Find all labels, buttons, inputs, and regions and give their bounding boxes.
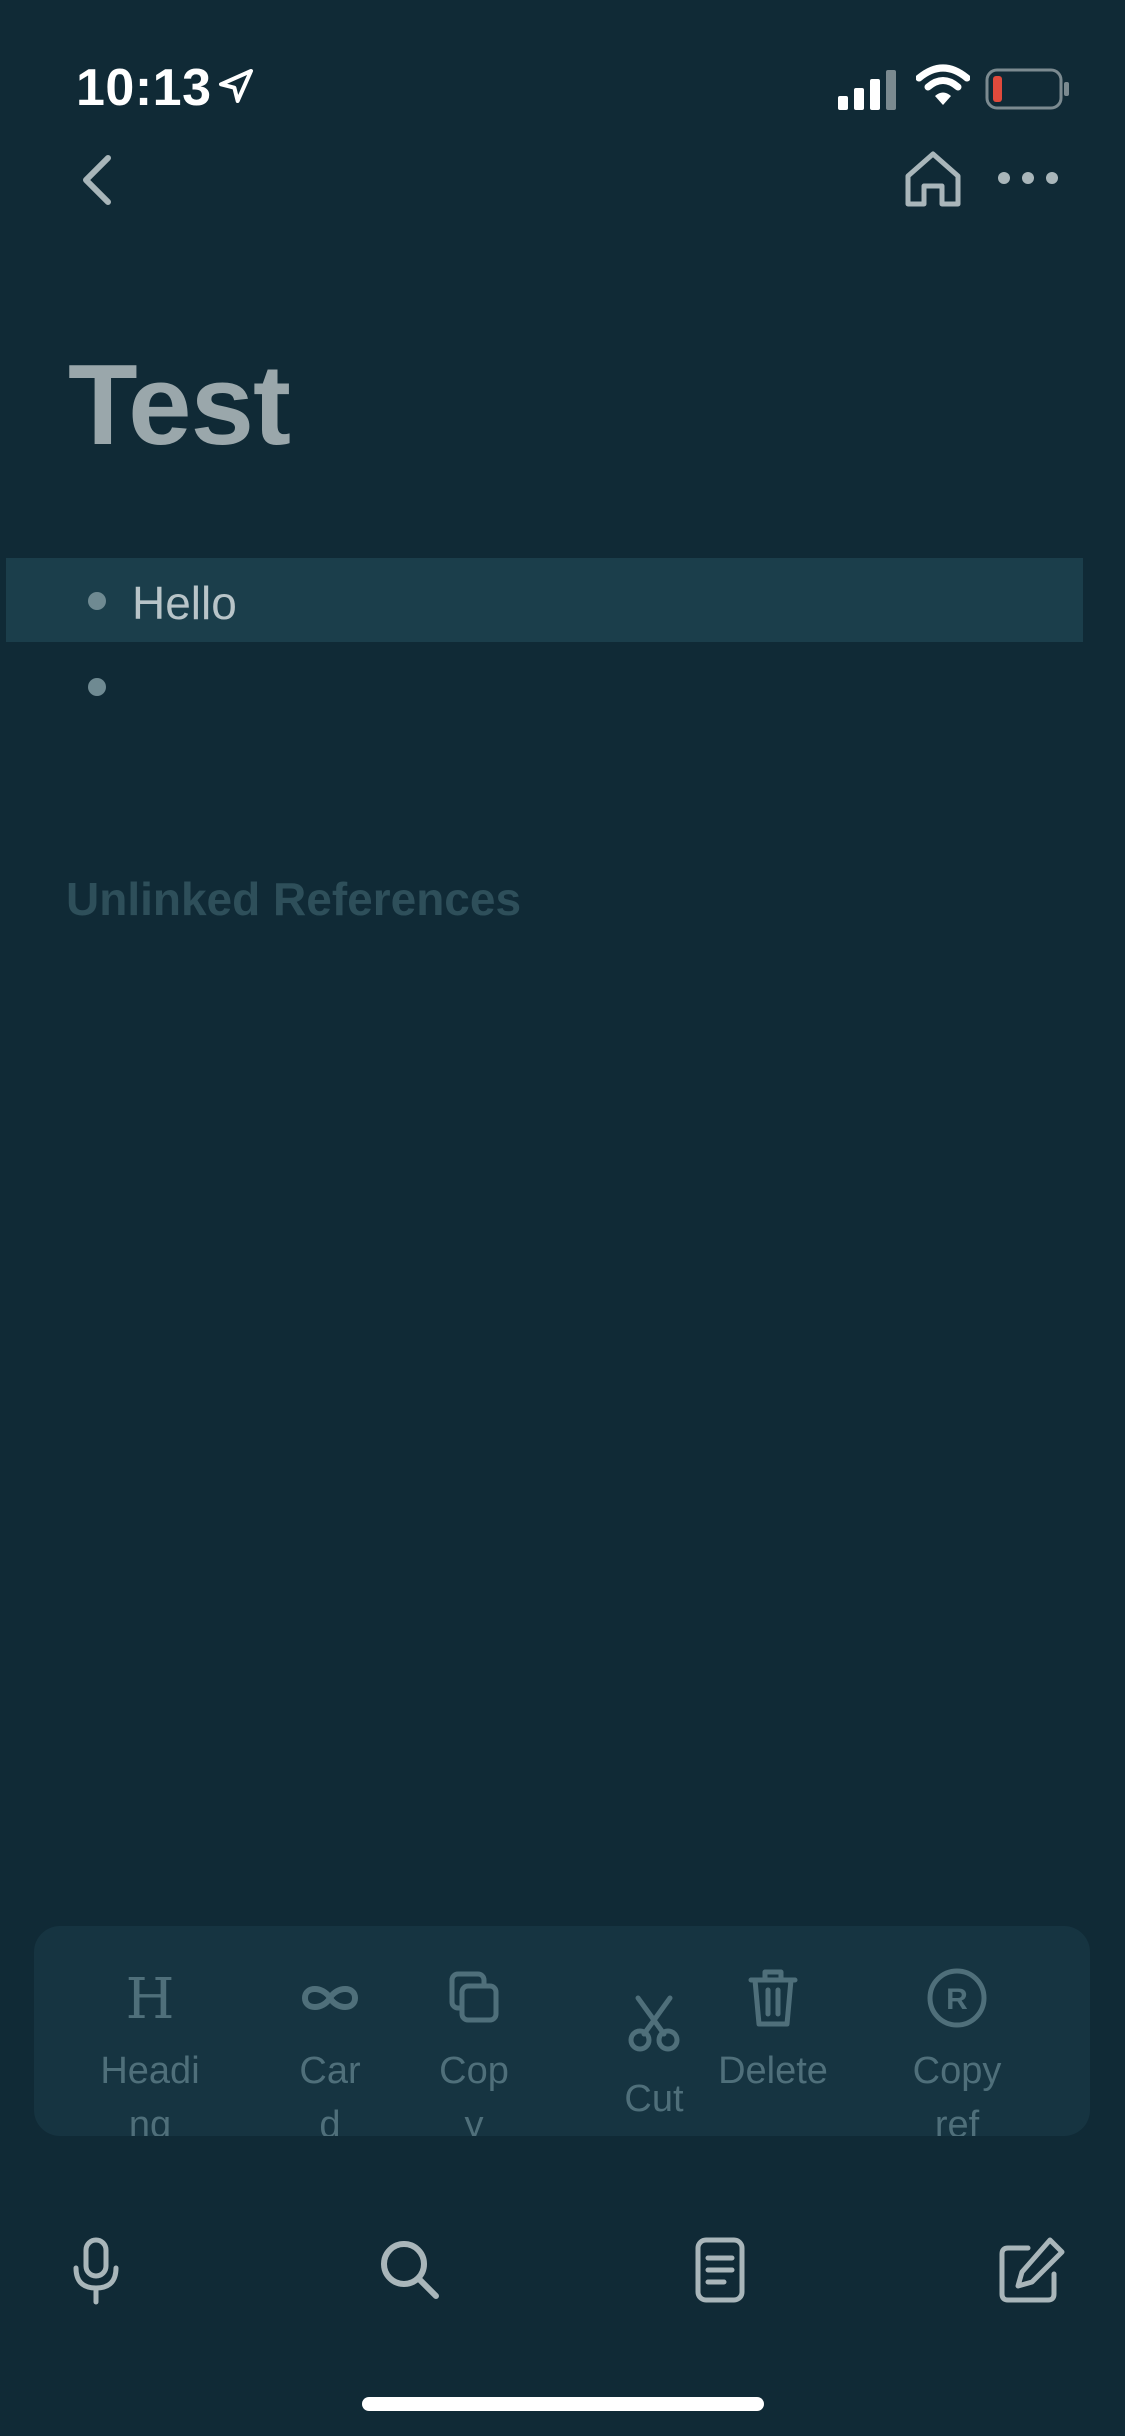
registered-icon: R [927, 1968, 987, 2028]
more-button[interactable] [996, 160, 1060, 196]
copy-ref-button[interactable]: R Copy ref [902, 1926, 1012, 2136]
svg-text:R: R [946, 1983, 968, 2016]
status-bar: 10:13 [0, 0, 1125, 140]
copy-icon [449, 1971, 499, 2023]
home-icon [905, 151, 961, 207]
copy-label: Copy [439, 2050, 509, 2136]
block-row[interactable]: Hello [6, 558, 1083, 642]
heading-label: Heading [100, 2050, 200, 2136]
block-text[interactable]: Hello [132, 576, 237, 630]
delete-label: Delete [718, 2050, 828, 2092]
heading-button[interactable]: H Heading [90, 1926, 210, 2136]
chevron-left-icon [83, 155, 111, 205]
trash-icon [748, 1969, 798, 2027]
scissors-icon [628, 1995, 680, 2052]
back-button[interactable] [72, 150, 122, 210]
delete-button[interactable]: Delete [718, 1926, 828, 2136]
wifi-icon [915, 64, 971, 111]
copy-button[interactable]: Copy [434, 1926, 514, 2136]
card-button[interactable]: Card [290, 1926, 370, 2136]
search-icon [381, 2241, 439, 2299]
heading-icon: H [126, 1968, 175, 2028]
bottom-toolbar [0, 2200, 1125, 2340]
page-title[interactable]: Test [68, 340, 291, 471]
new-page-button[interactable] [992, 2230, 1072, 2310]
block-row[interactable] [6, 644, 1083, 728]
copy-ref-label: Copy ref [912, 2050, 1002, 2136]
infinity-icon [301, 1986, 359, 2010]
svg-text:H: H [126, 1968, 175, 2028]
more-horizontal-icon [998, 172, 1058, 184]
block-action-bar: H Heading Card Copy Cut Delete R Copy re… [34, 1926, 1090, 2136]
bullet-icon[interactable] [88, 592, 106, 610]
search-button[interactable] [370, 2230, 450, 2310]
voice-button[interactable] [56, 2230, 136, 2310]
card-label: Card [299, 2050, 361, 2136]
location-arrow-icon [216, 66, 256, 111]
status-time: 10:13 [76, 59, 212, 117]
unlinked-references-toggle[interactable]: Unlinked References [66, 872, 521, 926]
cellular-signal-icon [838, 70, 900, 115]
document-icon [695, 2237, 745, 2303]
microphone-icon [73, 2237, 119, 2305]
home-button[interactable] [900, 146, 966, 212]
pages-button[interactable] [680, 2230, 760, 2310]
cut-button[interactable]: Cut [574, 1926, 734, 2136]
bullet-icon[interactable] [88, 678, 106, 696]
edit-icon [999, 2237, 1065, 2303]
battery-icon [985, 68, 1071, 115]
home-indicator[interactable] [362, 2397, 764, 2411]
cut-label: Cut [624, 2078, 684, 2120]
